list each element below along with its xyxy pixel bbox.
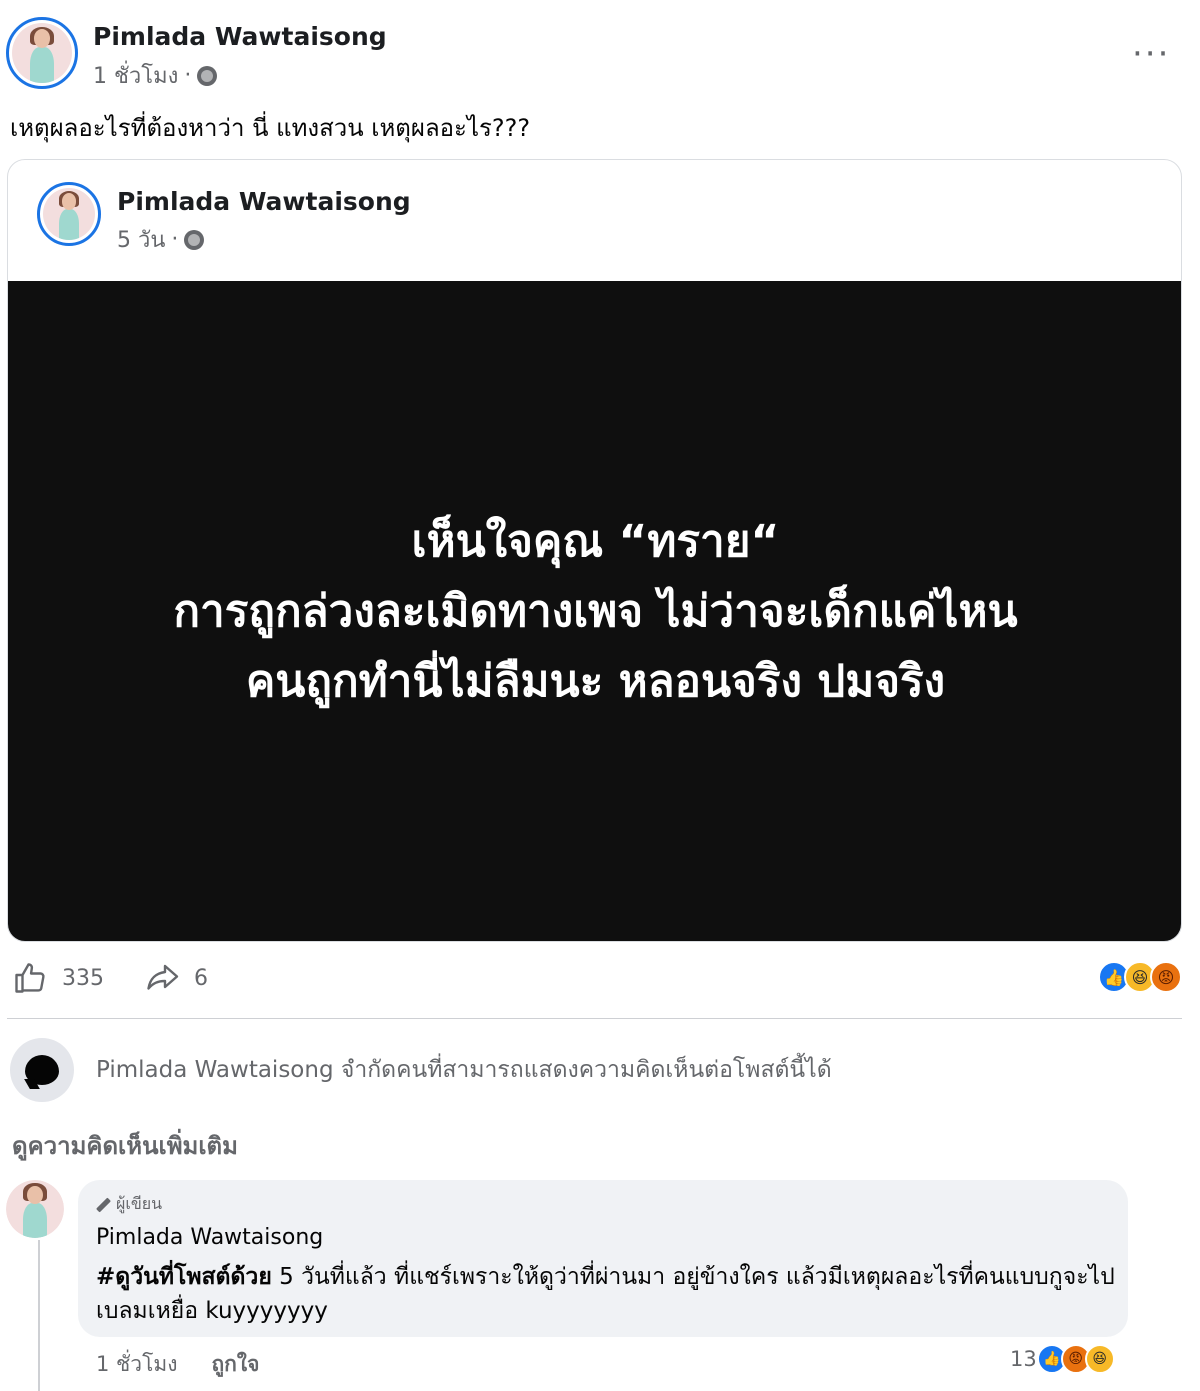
comment-reactions[interactable]: 13 👍 😡 😆: [1010, 1344, 1115, 1374]
meta-separator: ·: [171, 227, 179, 252]
image-text-line: คนถูกทำนี่ไม่ลืมนะ หลอนจริง ปมจริง: [245, 656, 946, 707]
shared-time[interactable]: 5 วัน: [117, 222, 165, 257]
thread-line: [38, 1240, 40, 1391]
post-author-name[interactable]: Pimlada Wawtaisong: [93, 22, 387, 51]
angry-icon: 😡: [1150, 961, 1182, 993]
like-stat[interactable]: 335: [12, 960, 104, 996]
avatar-image: [12, 23, 72, 83]
shared-author-avatar[interactable]: [37, 182, 101, 246]
shared-image[interactable]: เห็นใจคุณ “ทราย“ การถูกล่วงละเมิดทางเพจ …: [8, 281, 1181, 941]
post-author-avatar[interactable]: [6, 17, 78, 89]
meta-separator: ·: [184, 63, 192, 88]
more-options-button[interactable]: ···: [1132, 34, 1170, 74]
share-count: 6: [194, 965, 208, 991]
reaction-summary[interactable]: 👍 😆 😡: [1098, 961, 1182, 993]
comment-author-avatar[interactable]: [6, 1180, 64, 1238]
like-count: 335: [62, 965, 104, 991]
haha-icon: 😆: [1084, 1344, 1115, 1374]
thumbs-up-icon: [15, 963, 45, 993]
comment-time[interactable]: 1 ชั่วโมง: [96, 1348, 177, 1381]
avatar-image: [43, 188, 95, 240]
pencil-icon: [96, 1198, 110, 1212]
image-text-line: เห็นใจคุณ “ทราย“: [411, 516, 780, 567]
shared-meta: 5 วัน ·: [117, 222, 205, 257]
hashtag-link[interactable]: #ดูวันที่โพสต์ด้วย: [96, 1264, 272, 1290]
share-stat[interactable]: 6: [144, 960, 208, 996]
comment-restriction-notice: Pimlada Wawtaisong จำกัดคนที่สามารถแสดงค…: [10, 1038, 832, 1102]
shared-author-name[interactable]: Pimlada Wawtaisong: [117, 187, 411, 216]
post-stats: 335 6 👍 😆 😡: [12, 958, 1182, 1002]
comment-bubble-icon: [10, 1038, 74, 1102]
comment-like-button[interactable]: ถูกใจ: [211, 1348, 259, 1381]
globe-icon: [184, 229, 205, 250]
view-more-comments-link[interactable]: ดูความคิดเห็นเพิ่มเติม: [12, 1126, 238, 1165]
divider: [7, 1018, 1182, 1019]
post-text: เหตุผลอะไรที่ต้องหาว่า นี่ แทงสวน เหตุผล…: [10, 114, 531, 142]
post-time[interactable]: 1 ชั่วโมง: [93, 58, 178, 93]
comment-reaction-count: 13: [1010, 1347, 1037, 1371]
image-text-line: การถูกล่วงละเมิดทางเพจ ไม่ว่าจะเด็กแค่ไห…: [173, 586, 1018, 637]
comment-author-name[interactable]: Pimlada Wawtaisong: [96, 1225, 323, 1250]
shared-post-card[interactable]: Pimlada Wawtaisong 5 วัน · เห็นใจคุณ “ทร…: [7, 159, 1182, 942]
post-meta: 1 ชั่วโมง ·: [93, 58, 218, 93]
avatar-image: [6, 1180, 64, 1238]
comment-text: #ดูวันที่โพสต์ด้วย 5 วันที่แล้ว ที่แชร์เ…: [96, 1260, 1116, 1328]
restriction-text: Pimlada Wawtaisong จำกัดคนที่สามารถแสดงค…: [96, 1057, 832, 1083]
comment-bubble: ผู้เขียน Pimlada Wawtaisong #ดูวันที่โพส…: [78, 1180, 1128, 1337]
author-badge: ผู้เขียน: [96, 1192, 162, 1217]
share-icon: [147, 964, 179, 990]
comment-actions: 1 ชั่วโมง ถูกใจ: [96, 1348, 259, 1381]
globe-icon: [197, 65, 218, 86]
author-badge-label: ผู้เขียน: [116, 1194, 163, 1213]
